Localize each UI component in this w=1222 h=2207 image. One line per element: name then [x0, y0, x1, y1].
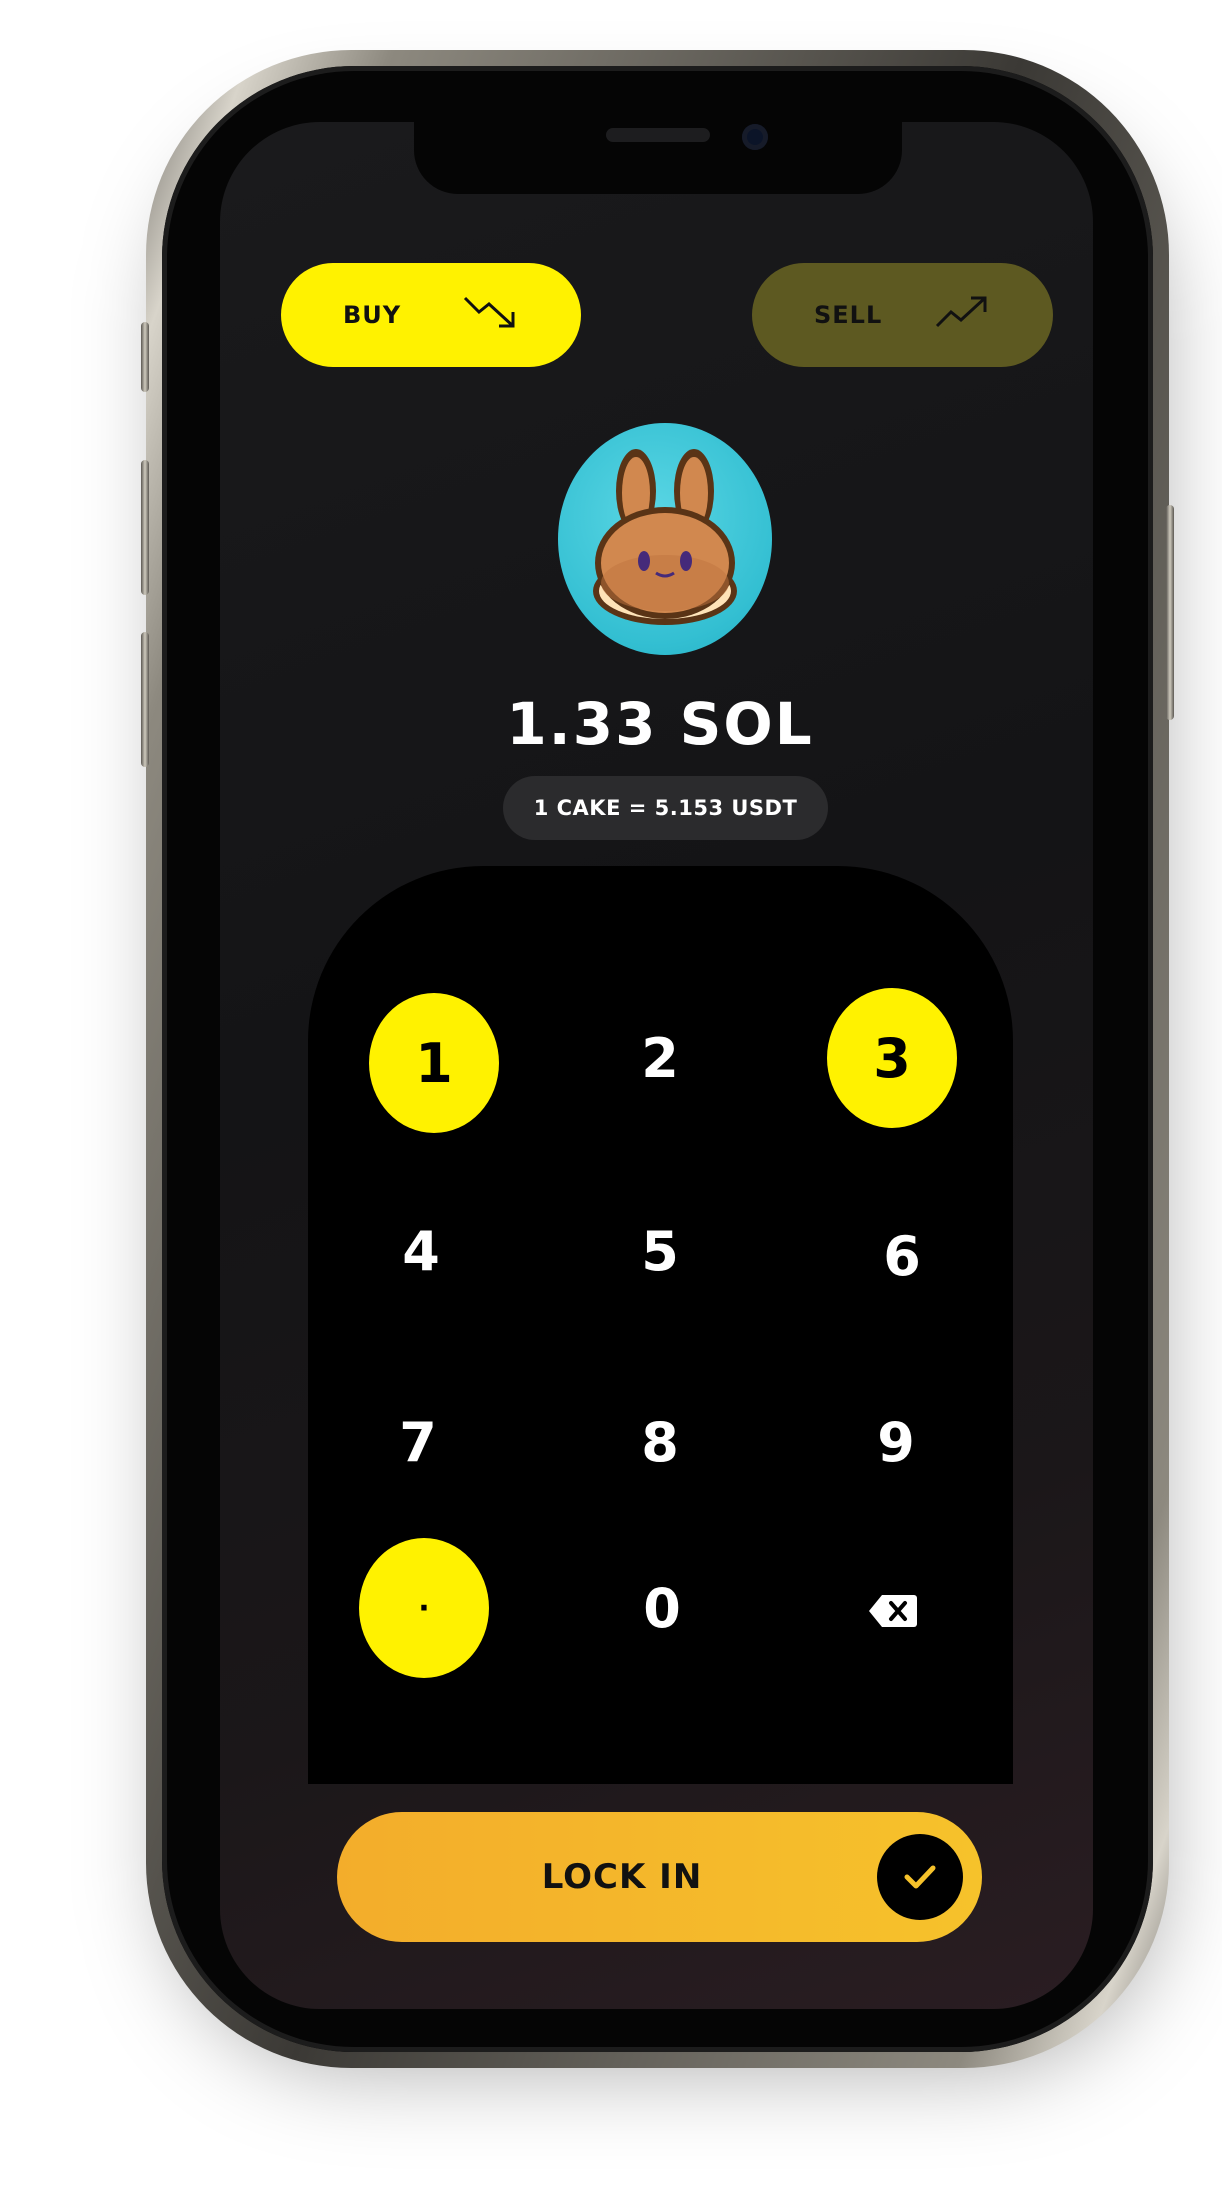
- sell-label: SELL: [814, 301, 883, 329]
- side-button: [1166, 505, 1174, 720]
- exchange-rate-badge: 1 CAKE = 5.153 USDT: [503, 776, 828, 840]
- buy-label: BUY: [343, 301, 402, 329]
- trending-up-icon: [933, 292, 993, 338]
- key-9[interactable]: 9: [831, 1372, 961, 1512]
- key-decimal[interactable]: ·: [359, 1538, 489, 1678]
- side-button: [141, 632, 149, 767]
- speaker: [606, 128, 710, 142]
- key-6[interactable]: 6: [837, 1186, 967, 1326]
- amount-display: 1.33 SOL: [506, 690, 814, 758]
- check-icon: [877, 1834, 963, 1920]
- camera: [742, 124, 768, 150]
- lock-in-button[interactable]: LOCK IN: [337, 1812, 982, 1942]
- key-1[interactable]: 1: [369, 993, 499, 1133]
- key-8[interactable]: 8: [595, 1372, 725, 1512]
- key-0[interactable]: 0: [597, 1538, 727, 1678]
- buy-button[interactable]: BUY: [281, 263, 581, 367]
- backspace-key[interactable]: [828, 1540, 958, 1680]
- key-3[interactable]: 3: [827, 988, 957, 1128]
- backspace-icon: [868, 1579, 918, 1642]
- side-button: [141, 322, 149, 392]
- key-2[interactable]: 2: [595, 988, 725, 1128]
- key-5[interactable]: 5: [595, 1181, 725, 1321]
- key-4[interactable]: 4: [356, 1181, 486, 1321]
- side-button: [141, 460, 149, 595]
- sell-button[interactable]: SELL: [752, 263, 1053, 367]
- pancake-bunny-icon: [558, 423, 772, 655]
- key-7[interactable]: 7: [353, 1372, 483, 1512]
- trending-down-icon: [461, 292, 521, 338]
- lock-in-label: LOCK IN: [541, 1857, 703, 1897]
